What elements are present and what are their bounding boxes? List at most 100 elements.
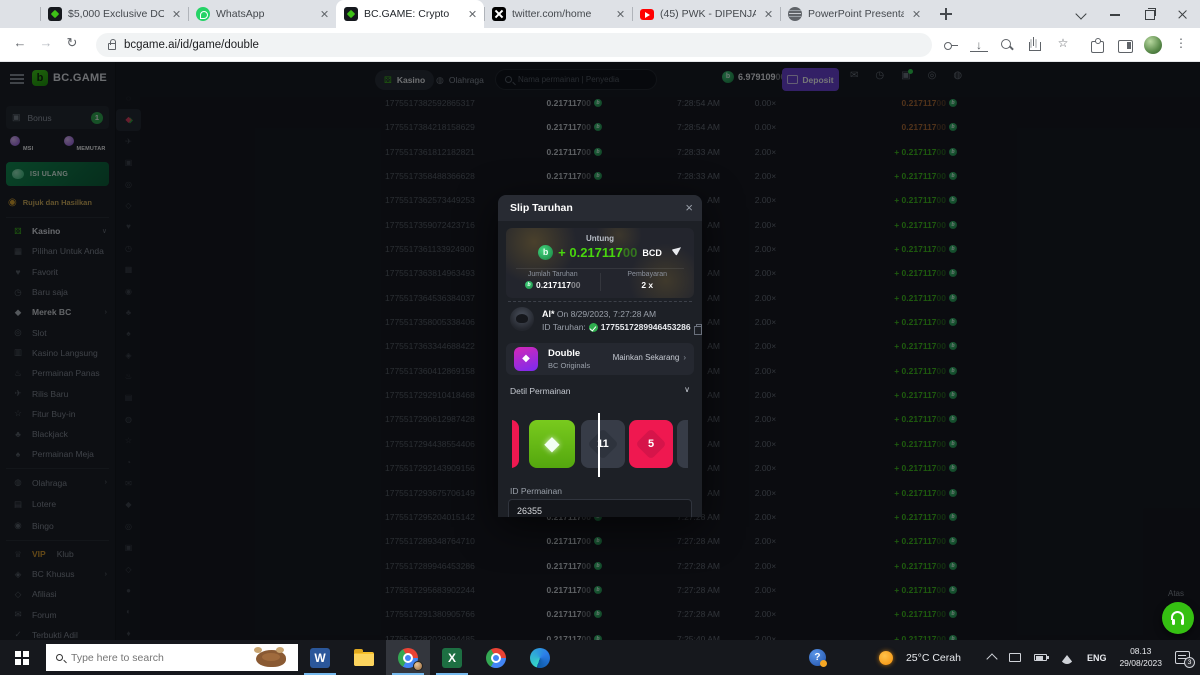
bet-slip-modal: Slip Taruhan × Untung + 0.21711700 BCD J…	[498, 195, 702, 517]
windows-taskbar: W X ? 25°C Cerah ENG 08.1329/08/2023 3	[0, 640, 1200, 675]
verified-icon	[589, 323, 598, 332]
profit-card: Untung + 0.21711700 BCD Jumlah Taruhan 0…	[506, 228, 694, 298]
notification-badge: 3	[1184, 657, 1195, 668]
tab-powerpoint[interactable]: PowerPoint Presentat	[780, 0, 928, 28]
stake-label: Jumlah Taruhan	[506, 271, 600, 278]
taskbar-edge[interactable]	[518, 640, 562, 675]
bcgame-promo-favicon	[48, 7, 62, 21]
clock[interactable]: 08.1329/08/2023	[1119, 646, 1162, 668]
game-card[interactable]: Double BC Originals Mainkan Sekarang›	[506, 343, 694, 375]
support-chat-button[interactable]	[1162, 602, 1194, 634]
taskbar-chrome[interactable]	[474, 640, 518, 675]
headset-icon	[1171, 611, 1184, 620]
tab-close-icon[interactable]	[762, 8, 774, 20]
chevron-down-icon[interactable]: ∨	[684, 385, 690, 394]
double-game-icon	[514, 347, 538, 371]
tab-close-icon[interactable]	[170, 8, 182, 20]
payout-multiplier: 2 x	[601, 280, 695, 290]
tablet-mode-icon[interactable]	[1009, 653, 1021, 662]
battery-icon[interactable]	[1034, 654, 1047, 661]
extensions-icon[interactable]	[1088, 36, 1106, 54]
chevron-right-icon: ›	[683, 353, 686, 362]
tab-title: PowerPoint Presentat	[808, 8, 904, 20]
tab-close-icon[interactable]	[910, 8, 922, 20]
lock-icon	[108, 43, 116, 50]
copy-icon[interactable]	[696, 324, 702, 331]
new-tab-button[interactable]	[938, 6, 954, 22]
browser-menu-icon[interactable]: ⋮	[1172, 36, 1190, 54]
whatsapp-favicon	[196, 7, 210, 21]
tab-bcgame-double[interactable]: BC.GAME: Crypto	[336, 0, 484, 28]
currency-label: BCD	[642, 248, 662, 258]
tab-close-icon[interactable]	[466, 8, 478, 20]
file-explorer-icon	[354, 652, 374, 666]
download-icon[interactable]: ↓	[970, 38, 988, 52]
chrome-profile-avatar	[413, 661, 423, 671]
taskbar-search-input[interactable]	[71, 652, 221, 664]
tab-twitter[interactable]: twitter.com/home	[484, 0, 632, 28]
zoom-icon[interactable]	[998, 36, 1016, 54]
result-tile-green-gem: ◆	[529, 420, 575, 468]
tab-bcgame-promo[interactable]: $5,000 Exclusive DOU	[40, 0, 188, 28]
result-tile-strip: ◆ 11 5	[512, 420, 688, 468]
taskbar-excel[interactable]: X	[430, 640, 474, 675]
game-provider: BC Originals	[548, 361, 590, 370]
search-icon	[56, 654, 63, 661]
window-close-button[interactable]	[1166, 0, 1200, 28]
tab-title: WhatsApp	[216, 8, 312, 20]
url-bar[interactable]: bcgame.ai/id/game/double	[96, 33, 932, 57]
taskbar-file-explorer[interactable]	[342, 640, 386, 675]
help-icon[interactable]: ?	[809, 649, 826, 666]
bet-id-label: ID Taruhan:	[542, 322, 586, 332]
edge-icon	[530, 648, 550, 668]
taskbar-chrome-active[interactable]	[386, 640, 430, 675]
result-tile-red-edge	[512, 420, 519, 468]
play-now-link[interactable]: Mainkan Sekarang›	[613, 353, 686, 362]
weather-widget[interactable]: 25°C Cerah	[906, 652, 961, 664]
weather-sun-icon	[879, 651, 893, 665]
profile-avatar[interactable]	[1144, 36, 1162, 54]
tab-close-icon[interactable]	[318, 8, 330, 20]
result-tile-red: 5	[629, 420, 673, 468]
reload-button[interactable]: ↻	[62, 35, 82, 51]
tab-whatsapp[interactable]: WhatsApp	[188, 0, 336, 28]
game-id-label: ID Permainan	[510, 486, 562, 496]
bookmark-star-icon[interactable]: ☆	[1054, 36, 1072, 54]
stake-amount: 0.21711700	[506, 280, 600, 290]
close-icon[interactable]: ×	[685, 200, 693, 215]
back-button[interactable]: ←	[10, 35, 30, 50]
game-details-toggle[interactable]: Detil Permainan	[510, 386, 570, 396]
restore-button[interactable]	[1132, 0, 1166, 28]
user-avatar[interactable]	[510, 307, 534, 331]
gem-icon: ◆	[529, 420, 575, 468]
payout-label: Pembayaran	[601, 271, 695, 278]
share-icon[interactable]	[1026, 36, 1044, 54]
action-center-icon[interactable]: 3	[1175, 651, 1190, 664]
taskbar-search[interactable]	[46, 644, 298, 671]
minimize-button[interactable]	[1098, 0, 1132, 28]
twitter-favicon	[492, 7, 506, 21]
tab-title: twitter.com/home	[512, 8, 608, 20]
taskbar-word[interactable]: W	[298, 640, 342, 675]
youtube-favicon	[640, 9, 654, 20]
wifi-icon[interactable]	[1060, 648, 1074, 664]
tab-title: BC.GAME: Crypto	[364, 8, 460, 20]
start-button[interactable]	[0, 640, 46, 675]
ox-illustration	[256, 650, 286, 667]
username: Al*	[542, 309, 555, 319]
forward-button[interactable]: →	[36, 35, 56, 50]
powerpoint-favicon	[788, 7, 802, 21]
tray-expand-icon[interactable]	[986, 653, 997, 664]
tab-close-icon[interactable]	[614, 8, 626, 20]
game-id-input[interactable]	[508, 499, 692, 517]
tab-title: (45) PWK - DIPENJARA	[660, 8, 756, 20]
url-text: bcgame.ai/id/game/double	[124, 39, 259, 51]
bcd-coin-icon	[525, 281, 533, 289]
language-indicator[interactable]: ENG	[1087, 653, 1107, 663]
browser-toolbar: ← → ↻ bcgame.ai/id/game/double ↓ ☆ ⋮	[0, 28, 1200, 62]
tab-search-icon[interactable]	[1064, 0, 1098, 28]
result-tile-dark-edge	[677, 420, 688, 468]
tab-youtube[interactable]: (45) PWK - DIPENJARA	[632, 0, 780, 28]
chrome-icon	[486, 648, 506, 668]
side-panel-icon[interactable]	[1116, 36, 1134, 54]
